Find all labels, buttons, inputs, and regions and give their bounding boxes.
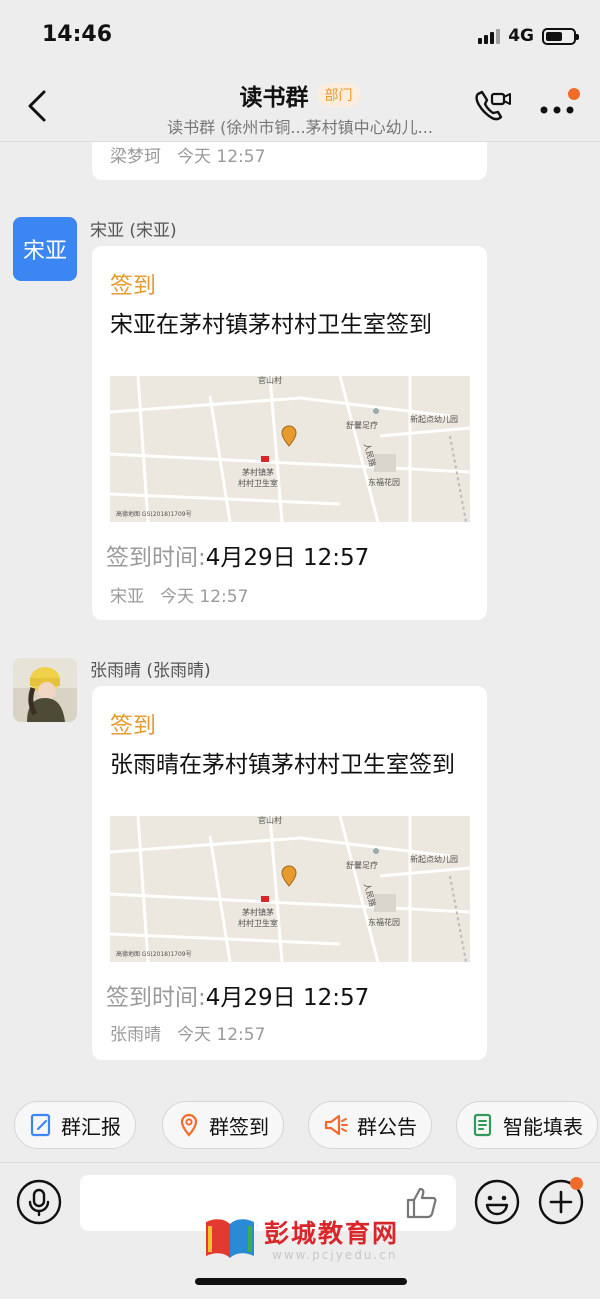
message-footer: 梁梦珂 今天 12:57 xyxy=(110,142,265,167)
notification-dot xyxy=(568,88,580,100)
map-label: 舒馨足疗 xyxy=(346,860,378,870)
map-label: 官山村 xyxy=(258,376,282,385)
footer-time: 今天 12:57 xyxy=(177,147,266,167)
card-title: 签到 xyxy=(110,273,156,299)
map-poi-dot xyxy=(373,848,379,854)
checkin-time-value: 4月29日 12:57 xyxy=(205,985,370,1011)
checkin-time-row: 签到时间:4月29日 12:57 xyxy=(106,538,369,572)
chip-label: 智能填表 xyxy=(503,1114,583,1139)
megaphone-icon xyxy=(324,1114,348,1136)
more-button[interactable] xyxy=(536,88,580,124)
map-label: 东福花园 xyxy=(368,477,400,487)
watermark-name: 彭城教育网 xyxy=(264,1219,400,1248)
status-indicators: 4G xyxy=(478,26,579,46)
checkin-time-row: 签到时间:4月29日 12:57 xyxy=(106,978,369,1012)
book-logo-icon xyxy=(206,1219,254,1258)
phone-video-icon xyxy=(475,90,511,121)
avatar-photo xyxy=(13,658,77,722)
status-time: 14:46 xyxy=(42,22,113,47)
location-map[interactable]: 官山村舒馨足疗新起点幼儿园人民路茅村镇茅村村卫生室 东福花园高德地图 GS(201… xyxy=(110,816,470,962)
footer-name: 梁梦珂 xyxy=(110,147,161,167)
voice-button[interactable] xyxy=(16,1179,62,1225)
chat-header: 读书群 部门 读书群 (徐州市铜...茅村镇中心幼儿... xyxy=(0,70,600,142)
map-label: 东福花园 xyxy=(368,917,400,927)
sender-name: 张雨晴 (张雨晴) xyxy=(90,661,211,681)
network-type: 4G xyxy=(508,26,534,46)
card-body: 宋亚在茅村镇茅村村卫生室签到 xyxy=(110,312,432,338)
avatar[interactable] xyxy=(13,658,77,722)
map-label: 新起点幼儿园 xyxy=(410,414,458,424)
notification-dot xyxy=(570,1177,583,1190)
map-label: 茅村镇茅 xyxy=(242,467,274,477)
home-indicator xyxy=(195,1278,407,1285)
hospital-icon xyxy=(261,896,269,902)
location-pin-icon xyxy=(180,1113,198,1137)
card-title: 签到 xyxy=(110,713,156,739)
video-call-button[interactable] xyxy=(472,88,512,124)
map-copyright: 高德地图 GS(2018)1709号 xyxy=(116,950,192,958)
map-label: 舒馨足疗 xyxy=(346,420,378,430)
department-badge: 部门 xyxy=(316,83,361,107)
quick-actions-bar: 群汇报 群签到 群公告 智能填表 xyxy=(0,1087,600,1163)
sender-name: 宋亚 (宋亚) xyxy=(90,221,177,241)
watermark-url: www.pcjyedu.cn xyxy=(272,1248,398,1262)
smart-form-button[interactable]: 智能填表 xyxy=(456,1101,598,1149)
status-bar: 14:46 4G xyxy=(0,0,600,70)
emoji-button[interactable] xyxy=(474,1179,520,1225)
chip-label: 群公告 xyxy=(357,1114,417,1139)
location-map[interactable]: 官山村舒馨足疗新起点幼儿园人民路茅村镇茅村村卫生室 东福花园高德地图 GS(201… xyxy=(110,376,470,522)
signal-icon xyxy=(478,28,501,44)
map-label: 村村卫生室 xyxy=(238,918,278,928)
footer-name: 张雨晴 xyxy=(110,1025,161,1045)
map-label: 新起点幼儿园 xyxy=(410,854,458,864)
battery-icon xyxy=(542,27,579,45)
footer-time: 今天 12:57 xyxy=(160,587,249,607)
microphone-icon xyxy=(16,1179,62,1225)
footer-name: 宋亚 xyxy=(110,587,144,607)
chip-label: 群签到 xyxy=(209,1114,269,1139)
page-title: 读书群 xyxy=(239,85,309,111)
checkin-time-label: 签到时间: xyxy=(106,985,206,1011)
map-copyright: 高德地图 GS(2018)1709号 xyxy=(116,510,192,518)
hospital-icon xyxy=(261,456,269,462)
group-announcement-button[interactable]: 群公告 xyxy=(308,1101,432,1149)
emoji-icon xyxy=(474,1179,520,1225)
map-poi-dot xyxy=(373,408,379,414)
form-icon xyxy=(473,1113,492,1137)
chip-label: 群汇报 xyxy=(61,1114,121,1139)
avatar[interactable]: 宋亚 xyxy=(13,217,77,281)
message-footer: 宋亚 今天 12:57 xyxy=(110,582,248,607)
footer-time: 今天 12:57 xyxy=(177,1025,266,1045)
group-report-button[interactable]: 群汇报 xyxy=(14,1101,136,1149)
watermark-logo: 彭城教育网 www.pcjyedu.cn xyxy=(200,1212,420,1268)
checkin-card[interactable]: 签到 宋亚在茅村镇茅村村卫生室签到 官山村 舒馨足疗 新起点幼儿园 人民路 茅村镇茅 村村… xyxy=(92,246,487,620)
message-card[interactable]: 梁梦珂 今天 12:57 xyxy=(92,142,487,180)
report-icon xyxy=(30,1113,51,1137)
group-checkin-button[interactable]: 群签到 xyxy=(162,1101,284,1149)
chat-messages[interactable]: 梁梦珂 今天 12:57 宋亚 宋亚 (宋亚) 签到 宋亚在茅村镇茅村村卫生室签到… xyxy=(0,142,600,1087)
map-label: 茅村镇茅 xyxy=(242,907,274,917)
map-label: 官山村 xyxy=(258,816,282,825)
message-footer: 张雨晴 今天 12:57 xyxy=(110,1020,265,1045)
checkin-time-value: 4月29日 12:57 xyxy=(205,545,370,571)
card-body: 张雨晴在茅村镇茅村村卫生室签到 xyxy=(110,752,455,778)
map-label: 村村卫生室 xyxy=(238,478,278,488)
checkin-card[interactable]: 签到 张雨晴在茅村镇茅村村卫生室签到 官山村 舒馨足疗 新起点幼儿园 人民路 茅村镇茅村… xyxy=(92,686,487,1060)
checkin-time-label: 签到时间: xyxy=(106,545,206,571)
